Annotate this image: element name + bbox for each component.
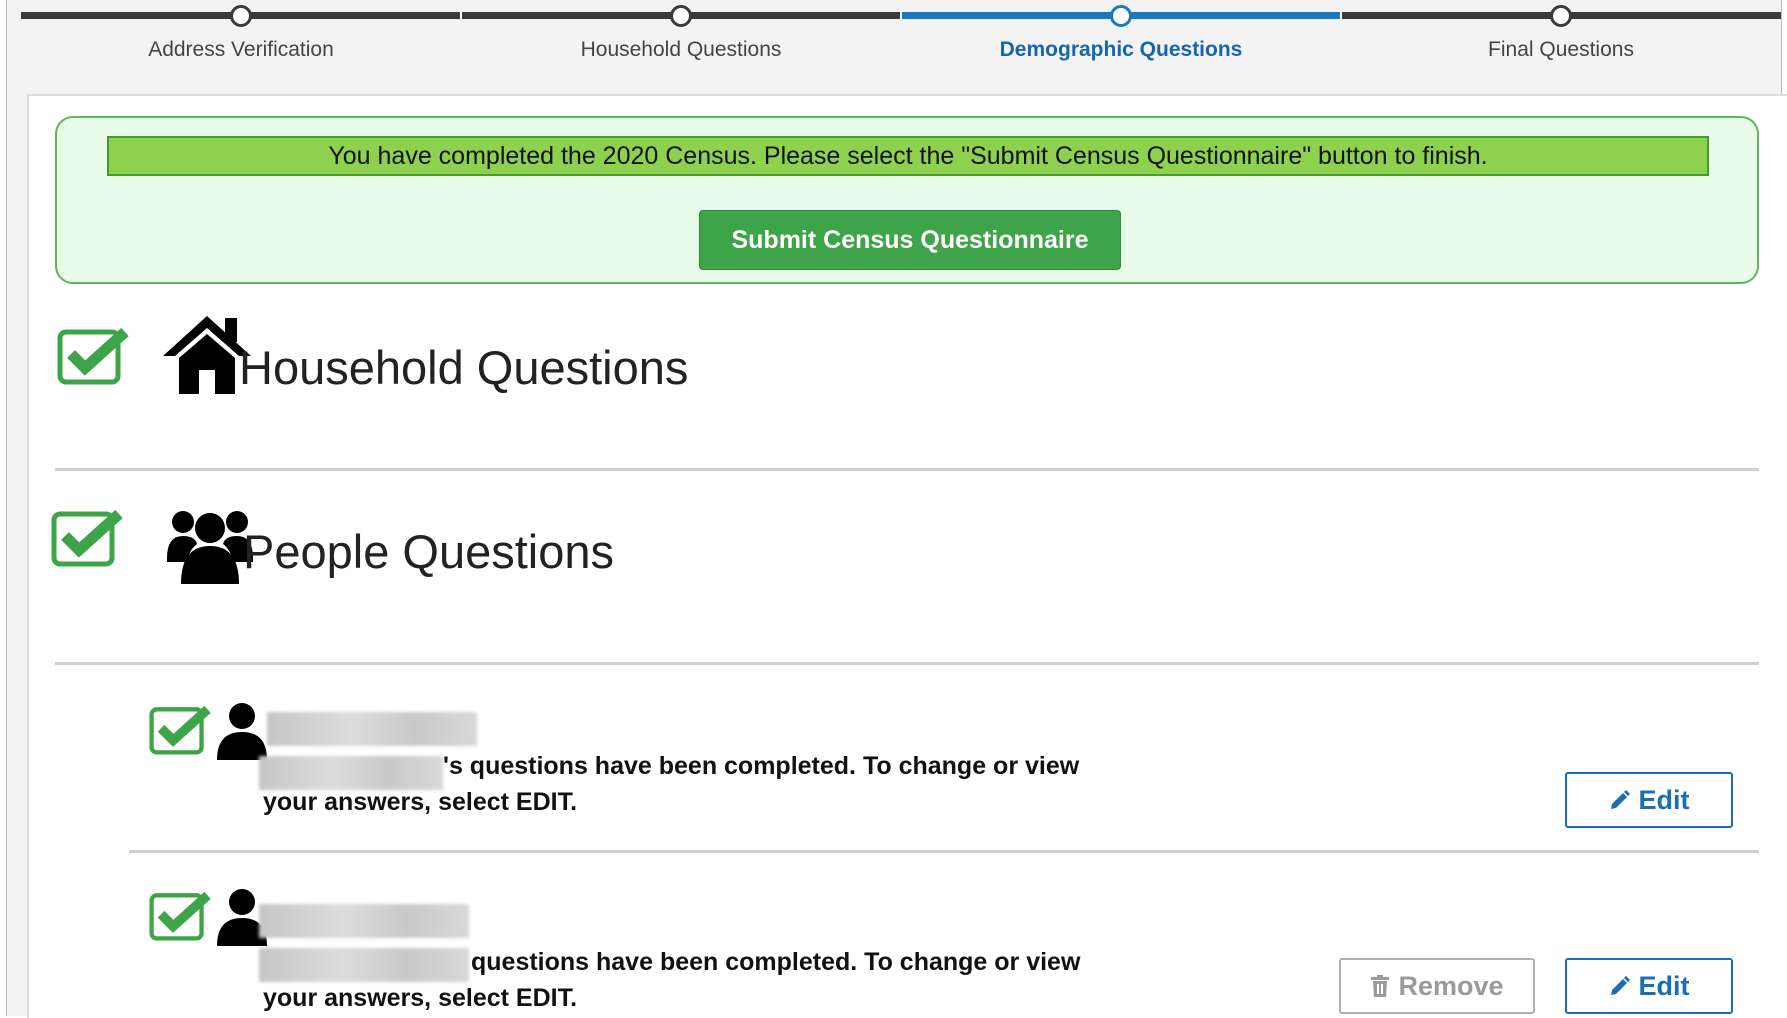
person-status-text: questions have been completed. To change… (471, 948, 1081, 976)
step-node (670, 5, 692, 27)
step-divider (1340, 12, 1342, 19)
person-name-redacted (267, 712, 477, 746)
person-status-text: 's questions have been completed. To cha… (443, 752, 1080, 780)
trash-icon (1371, 975, 1390, 997)
edit-button[interactable]: Edit (1565, 958, 1733, 1014)
pencil-icon (1610, 790, 1630, 809)
checkbox-checked-icon (51, 509, 123, 567)
remove-label: Remove (1398, 971, 1504, 1001)
edit-label: Edit (1638, 785, 1690, 815)
completion-banner: You have completed the 2020 Census. Plea… (55, 116, 1759, 284)
section-divider (55, 662, 1759, 665)
person-status-text: your answers, select EDIT. (263, 984, 578, 1012)
step-divider (900, 12, 902, 19)
step-node (1550, 5, 1572, 27)
person-icon (217, 703, 267, 760)
step-divider (460, 12, 462, 19)
step-demographic-questions[interactable]: Demographic Questions (901, 0, 1341, 90)
step-address-verification[interactable]: Address Verification (21, 0, 461, 90)
person-divider (129, 850, 1759, 853)
step-label: Demographic Questions (999, 38, 1243, 61)
completion-message: You have completed the 2020 Census. Plea… (107, 136, 1709, 176)
step-final-questions[interactable]: Final Questions (1341, 0, 1781, 90)
person-name-redacted (259, 948, 469, 982)
person-status-text: your answers, select EDIT. (263, 788, 578, 816)
household-questions-heading: Household Questions (239, 341, 689, 394)
pencil-icon (1610, 976, 1630, 995)
group-icon (167, 511, 253, 584)
people-questions-heading: People Questions (243, 525, 615, 578)
step-node (230, 5, 252, 27)
checkbox-checked-icon (149, 891, 211, 941)
person-name-redacted (259, 904, 469, 938)
checkbox-checked-icon (57, 327, 129, 385)
step-label: Final Questions (1488, 38, 1634, 61)
remove-button[interactable]: Remove (1339, 958, 1535, 1014)
step-label: Household Questions (580, 38, 782, 61)
app-frame: Address Verification Household Questions… (6, 0, 1787, 1018)
section-divider (55, 468, 1759, 471)
step-label: Address Verification (148, 38, 334, 61)
content-panel: You have completed the 2020 Census. Plea… (27, 94, 1787, 1018)
step-node (1110, 5, 1132, 27)
checkbox-checked-icon (149, 705, 211, 755)
submit-census-button[interactable]: Submit Census Questionnaire (699, 210, 1121, 270)
edit-label: Edit (1638, 971, 1690, 1001)
edit-button[interactable]: Edit (1565, 772, 1733, 828)
step-household-questions[interactable]: Household Questions (461, 0, 901, 90)
progress-stepper: Address Verification Household Questions… (21, 0, 1783, 90)
